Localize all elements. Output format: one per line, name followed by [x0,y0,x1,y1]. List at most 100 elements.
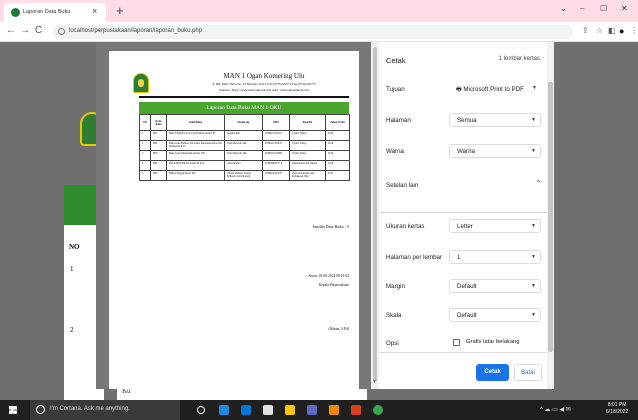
store-icon[interactable] [263,405,273,415]
preview-scroll-thumb[interactable] [373,47,377,382]
table-row: 1 B01 Buku Fiqih Kls Siswa Ali Permana Kel… [139,130,350,141]
destination-select[interactable]: 🖶 Microsoft Print to PDF ▼ [449,82,541,96]
signer-role: Kepala Perpustakaan [318,283,349,287]
file-explorer-icon[interactable] [241,405,251,415]
report-date: Senin, 18-06-2022 08:01:02 [308,274,349,278]
sublime-icon[interactable] [285,405,295,415]
cell: B01 [150,130,167,141]
clock-time: 8:01 PM [607,402,627,408]
background-graphics-label[interactable]: Grafis latar belakang [466,339,520,345]
tray-icons[interactable]: ^ ☁ ▭ ◀ ✉ [540,406,571,413]
sidepanel-icon[interactable]: ◧ [608,26,616,35]
background-row-1: 1 [70,265,74,273]
paper-size-select[interactable]: Letter ▼ [449,219,541,233]
cell: Pusat Kurikulum dan Perbukuan, Bali [289,170,326,181]
settings-scrollbar[interactable] [547,42,554,389]
cell: Buku Fiqih Kls Siswa Ali Permana Kelas X… [166,130,225,141]
col-header: Tahun Terbit [325,114,350,131]
table-row: 3 B03 Buku Guru Matematika Kelas XII Tudi M… [139,150,350,161]
cancel-button[interactable]: Batal [514,364,542,381]
chrome-icon[interactable] [373,405,383,415]
cortana-placeholder: I'm Cortana. Ask me anything. [50,406,130,412]
maximize-button[interactable]: ☐ [600,4,607,13]
app-icon[interactable] [307,405,317,415]
cell: Tudi Mulyadi, dkk [224,140,263,151]
cell: Tudi Mulyadi, dkk [224,150,263,161]
cell: 9786021703119 [262,130,290,141]
print-preview: MAN 1 Ogan Komering Ulu Jl. DR. Moh. Hat… [96,42,371,389]
school-name: MAN 1 Ogan Komering Ulu [223,72,305,80]
xampp-icon[interactable] [329,405,339,415]
url-field[interactable]: localhost/perpustakaan/laporan/laporan_b… [53,25,573,39]
school-logo [133,73,149,93]
preview-scrollbar[interactable]: ▼ [371,42,379,389]
back-button[interactable]: ← [6,25,16,36]
background-no-header: NO [69,243,80,251]
paper-size-value: Letter [457,223,473,230]
pages-value: Semua [457,117,477,124]
cortana-icon [36,405,45,414]
cell: 2019 [325,130,350,141]
pages-per-sheet-value: 1 [457,254,461,261]
color-select[interactable]: Warna ▼ [449,144,541,158]
margin-select[interactable]: Default ▼ [449,279,541,293]
background-graphics-checkbox[interactable] [453,339,460,346]
menu-kebab-icon[interactable]: ⋮ [630,26,638,35]
cell: 2016 [325,160,350,171]
scroll-down-arrow-icon[interactable]: ▼ [372,379,377,385]
table-row: 5 B05 Bahasa Inggris Kelas XII Umam Ukhrun,… [139,170,350,181]
taskbar: I'm Cortana. Ask me anything. ^ ☁ ▭ ◀ ✉ … [0,400,638,420]
cell: B03 [150,150,167,161]
chevron-down-icon: ▼ [531,223,536,229]
tab-title: Laporan Data Buku [23,9,71,15]
cortana-search-box[interactable]: I'm Cortana. Ask me anything. [30,400,180,420]
settings-scroll-thumb[interactable] [548,82,553,352]
cell: B04 [150,160,167,171]
tab-search-chevron-icon[interactable]: ⌄ [560,4,567,13]
task-view-icon[interactable] [197,406,205,414]
address-bar-row: ← → C localhost/perpustakaan/laporan/lap… [0,22,638,42]
paper-size-label: Ukuran kertas [386,223,425,230]
reload-button[interactable]: C [35,25,42,36]
col-header: NO [139,114,151,131]
bookmark-star-icon[interactable]: ☆ [596,26,603,35]
office-icon[interactable] [351,405,361,415]
chevron-down-icon: ▼ [531,254,536,260]
cell: 2016 [325,150,350,161]
more-settings-toggle[interactable]: Setelan lain [386,182,418,189]
print-button[interactable]: Cetak [476,364,509,381]
minimize-button[interactable]: – [580,4,584,13]
col-header: ISBN [262,114,290,131]
cell: 5 [139,170,151,181]
browser-tab[interactable]: Laporan Data Buku × [4,3,106,22]
forward-button[interactable]: → [20,25,30,36]
close-window-button[interactable]: ✕ [621,4,628,13]
cell: Bahasa Inggris Kelas XII [166,170,225,181]
pages-per-sheet-select[interactable]: 1 ▼ [449,250,541,264]
print-settings-panel: Cetak 1 lembar kertas Tujuan 🖶 Microsoft… [379,42,554,389]
scale-select[interactable]: Default ▼ [449,308,541,322]
col-header: Pengarang [224,114,263,131]
site-info-icon[interactable] [58,28,65,35]
school-website: Website : https://www.man1oku.sch.id E-m… [219,88,309,92]
table-row: 4 B04 PAI & Budi Pekerti Kelas XI K13 Aziz … [139,160,350,171]
edge-icon[interactable] [219,405,229,415]
pages-select[interactable]: Semua ▼ [449,113,541,127]
cell: 9786021702986 [262,150,290,161]
windows-start-icon[interactable] [9,406,17,414]
chevron-up-icon[interactable]: ^ [537,180,540,187]
profile-icon[interactable]: ● [619,26,624,36]
cell: Umam Ukhrun, Zubair Bahrudi, dan Peranad… [224,170,263,181]
share-icon[interactable]: ⇪ [582,26,589,35]
new-tab-button[interactable]: + [116,3,124,18]
report-title: Laporan Data Buku MAN 1 OKU [139,102,349,114]
url-text: localhost/perpustakaan/laporan/laporan_b… [69,28,203,34]
destination-label: Tujuan [386,86,405,93]
cell: PAI & Budi Pekerti Kelas XI K13 [166,160,225,171]
cell: Yrama Widya [289,140,326,151]
cell: B05 [150,170,167,181]
tab-close-button[interactable]: × [92,6,97,16]
favicon-icon [11,8,20,17]
cell: B02 [150,140,167,151]
system-clock[interactable]: 8:01 PM 6/18/2022 [606,402,628,416]
